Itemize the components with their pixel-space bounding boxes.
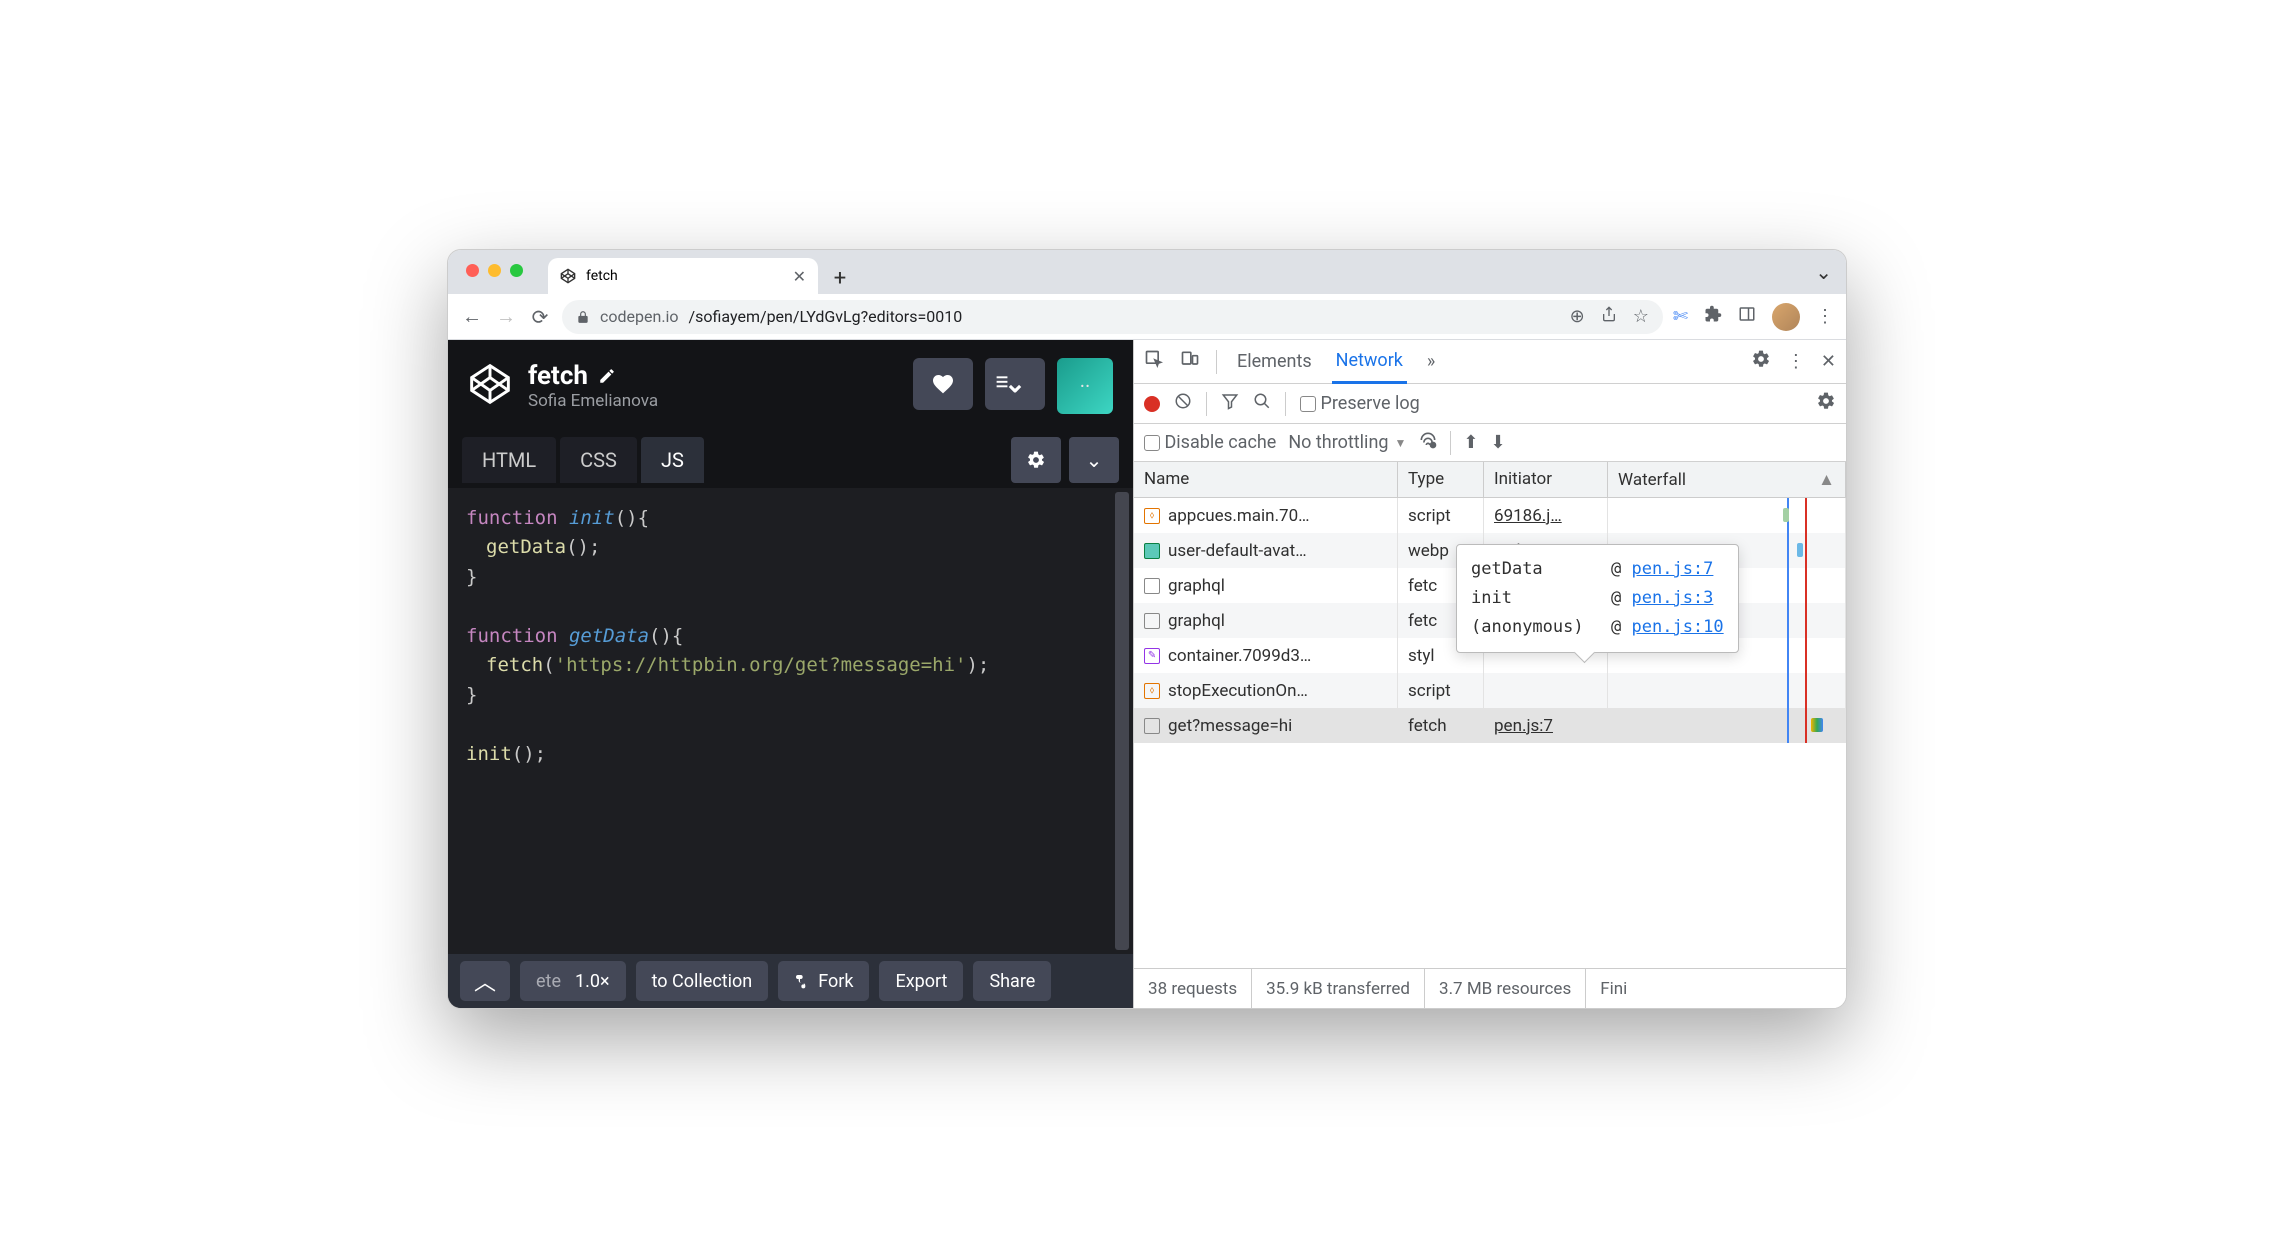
- tab-more[interactable]: »: [1423, 351, 1439, 372]
- layout-button[interactable]: ⌄☰: [985, 358, 1045, 410]
- pen-title: fetch: [528, 361, 588, 391]
- forward-button[interactable]: →: [494, 305, 518, 329]
- export-button[interactable]: Export: [879, 961, 963, 1001]
- device-icon[interactable]: [1180, 349, 1200, 374]
- footer-scroll-fragment[interactable]: ete 1.0×: [520, 961, 626, 1001]
- tab-strip: fetch ✕ + ⌄: [448, 250, 1846, 294]
- preserve-log-checkbox[interactable]: Preserve log: [1300, 393, 1420, 414]
- close-window-icon[interactable]: [466, 264, 479, 277]
- tab-elements[interactable]: Elements: [1233, 351, 1316, 372]
- devtools-tabs: Elements Network » ⋮ ✕: [1134, 340, 1846, 384]
- table-header: Name Type Initiator Waterfall▲: [1134, 462, 1846, 498]
- new-tab-button[interactable]: +: [824, 262, 856, 294]
- search-icon[interactable]: [1253, 392, 1271, 415]
- requests-table: Name Type Initiator Waterfall▲ ⬨appcues.…: [1134, 462, 1846, 968]
- download-icon[interactable]: ⬇: [1490, 432, 1505, 453]
- expand-button[interactable]: ⌄: [1069, 437, 1119, 483]
- heart-button[interactable]: [913, 358, 973, 410]
- close-devtools-icon[interactable]: ✕: [1821, 351, 1836, 372]
- tab-css[interactable]: CSS: [560, 437, 637, 483]
- fullscreen-window-icon[interactable]: [510, 264, 523, 277]
- scissors-icon[interactable]: ✄: [1673, 306, 1688, 327]
- settings-button[interactable]: [1011, 437, 1061, 483]
- profile-avatar[interactable]: [1772, 303, 1800, 331]
- codepen-logo-icon[interactable]: [468, 362, 512, 410]
- code-editor[interactable]: function init(){ getData(); } function g…: [448, 488, 1133, 954]
- status-transferred: 35.9 kB transferred: [1252, 969, 1425, 1008]
- network-options: Disable cache No throttling ▼ ⬆ ⬇: [1134, 424, 1846, 462]
- col-waterfall[interactable]: Waterfall▲: [1608, 462, 1846, 497]
- tab-js[interactable]: JS: [641, 437, 704, 483]
- fork-button[interactable]: Fork: [778, 961, 869, 1001]
- console-toggle-button[interactable]: ︿: [460, 961, 510, 1001]
- table-row[interactable]: ⬨stopExecutionOn…script: [1134, 673, 1846, 708]
- codepen-header: fetch Sofia Emelianova ⌄☰ ··: [448, 340, 1133, 432]
- status-finish: Fini: [1586, 969, 1641, 1008]
- sidepanel-icon[interactable]: [1738, 305, 1756, 328]
- clear-icon[interactable]: [1174, 392, 1192, 415]
- status-resources: 3.7 MB resources: [1425, 969, 1586, 1008]
- close-tab-icon[interactable]: ✕: [793, 267, 806, 286]
- codepen-icon: [560, 268, 576, 284]
- zoom-icon[interactable]: ⊕: [1570, 306, 1585, 327]
- editor-tabs: HTML CSS JS ⌄: [448, 432, 1133, 488]
- table-row[interactable]: get?message=hifetchpen.js:7: [1134, 708, 1846, 743]
- lock-icon: [576, 310, 590, 324]
- tabs-dropdown-icon[interactable]: ⌄: [1815, 260, 1832, 284]
- devtools-panel: Elements Network » ⋮ ✕ Preserve log: [1133, 340, 1846, 1008]
- toolbar-actions: ✄ ⋮: [1673, 303, 1834, 331]
- gear-icon[interactable]: [1751, 349, 1771, 374]
- filter-icon[interactable]: [1221, 392, 1239, 415]
- to-collection-button[interactable]: to Collection: [636, 961, 769, 1001]
- stack-link[interactable]: pen.js:7: [1632, 559, 1714, 579]
- tab-title: fetch: [586, 268, 618, 284]
- network-conditions-icon[interactable]: [1418, 430, 1438, 455]
- tab-html[interactable]: HTML: [462, 437, 556, 483]
- pen-author: Sofia Emelianova: [528, 391, 658, 411]
- menu-icon[interactable]: ⋮: [1816, 306, 1834, 327]
- status-bar: 38 requests 35.9 kB transferred 3.7 MB r…: [1134, 968, 1846, 1008]
- minimize-window-icon[interactable]: [488, 264, 501, 277]
- back-button[interactable]: ←: [460, 305, 484, 329]
- upload-icon[interactable]: ⬆: [1463, 432, 1478, 453]
- initiator-callstack-tooltip: getData@ pen.js:7 init@ pen.js:3 (anonym…: [1456, 544, 1739, 653]
- stack-link[interactable]: pen.js:10: [1632, 617, 1724, 637]
- kebab-icon[interactable]: ⋮: [1787, 351, 1805, 372]
- edit-icon[interactable]: [598, 367, 616, 385]
- codepen-panel: fetch Sofia Emelianova ⌄☰ ·· HTML CSS JS: [448, 340, 1133, 1008]
- url-path: /sofiayem/pen/LYdGvLg?editors=0010: [689, 307, 963, 326]
- network-toolbar: Preserve log: [1134, 384, 1846, 424]
- scrollbar[interactable]: [1115, 492, 1129, 950]
- status-requests: 38 requests: [1134, 969, 1252, 1008]
- url-host: codepen.io: [600, 307, 679, 326]
- bookmark-icon[interactable]: ☆: [1633, 306, 1649, 327]
- inspect-icon[interactable]: [1144, 349, 1164, 374]
- share-button[interactable]: Share: [973, 961, 1051, 1001]
- codepen-footer: ︿ ete 1.0× to Collection Fork Export Sha…: [448, 954, 1133, 1008]
- col-initiator[interactable]: Initiator: [1484, 462, 1608, 497]
- throttling-select[interactable]: No throttling ▼: [1288, 432, 1406, 453]
- toolbar: ← → ⟳ codepen.io/sofiayem/pen/LYdGvLg?ed…: [448, 294, 1846, 340]
- stack-link[interactable]: pen.js:3: [1632, 588, 1714, 608]
- browser-tab[interactable]: fetch ✕: [548, 258, 818, 294]
- share-icon[interactable]: [1601, 306, 1617, 327]
- tab-network[interactable]: Network: [1332, 340, 1407, 384]
- window-controls: [466, 264, 523, 277]
- col-name[interactable]: Name: [1134, 462, 1398, 497]
- extensions-icon[interactable]: [1704, 305, 1722, 328]
- reload-button[interactable]: ⟳: [528, 305, 552, 329]
- disable-cache-checkbox[interactable]: Disable cache: [1144, 432, 1276, 453]
- record-button[interactable]: [1144, 396, 1160, 412]
- user-avatar[interactable]: ··: [1057, 358, 1113, 414]
- network-settings-icon[interactable]: [1816, 391, 1836, 416]
- table-row[interactable]: ⬨appcues.main.70…script69186.j…: [1134, 498, 1846, 533]
- address-bar[interactable]: codepen.io/sofiayem/pen/LYdGvLg?editors=…: [562, 300, 1663, 334]
- browser-window: fetch ✕ + ⌄ ← → ⟳ codepen.io/sofiayem/pe…: [447, 249, 1847, 1009]
- col-type[interactable]: Type: [1398, 462, 1484, 497]
